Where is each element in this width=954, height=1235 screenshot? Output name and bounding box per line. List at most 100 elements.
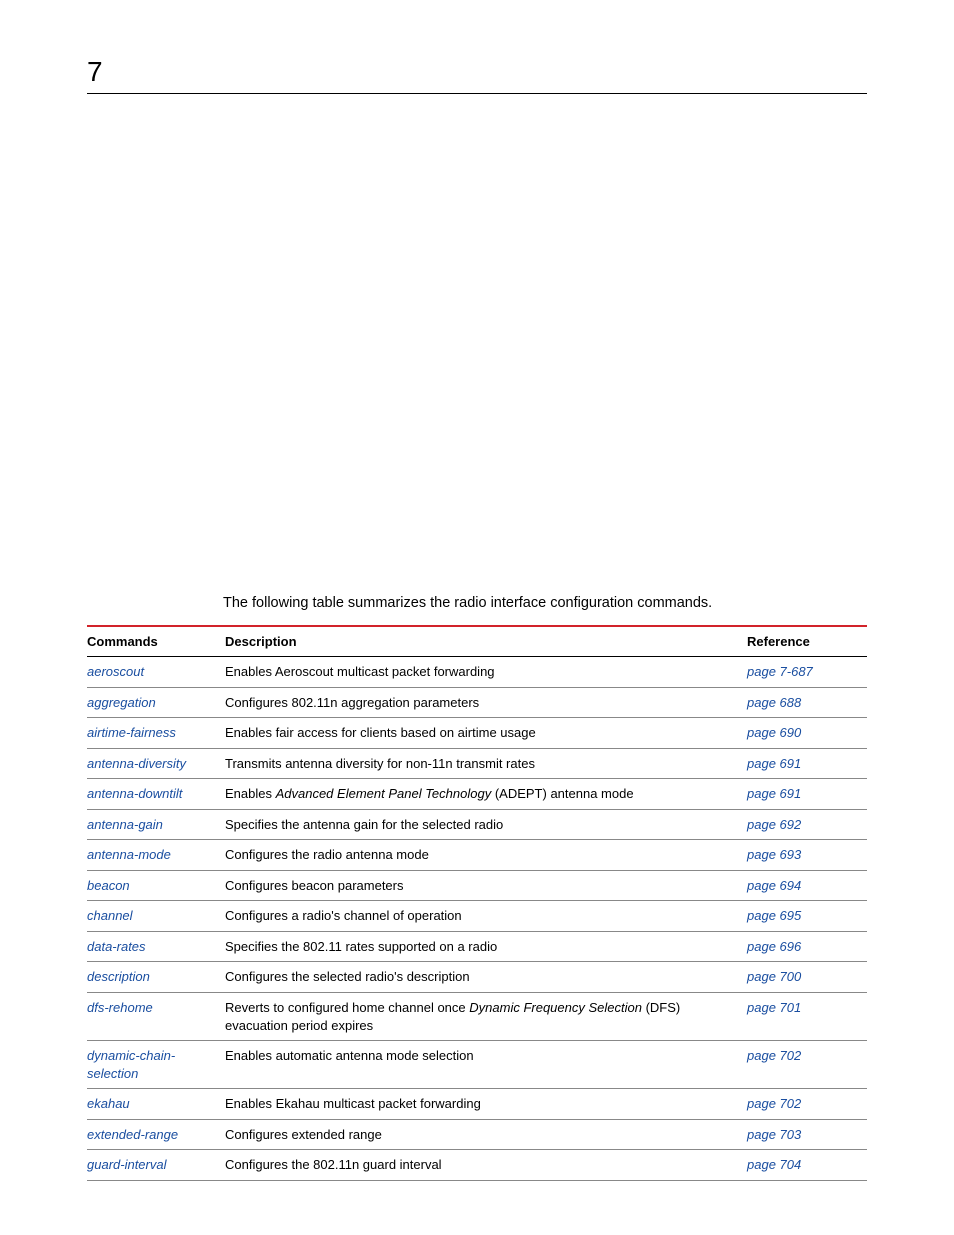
reference-cell: page 688 [747, 687, 867, 718]
command-link[interactable]: dynamic-chain-selection [87, 1048, 175, 1081]
description-cell: Configures the selected radio's descript… [225, 962, 747, 993]
header-reference: Reference [747, 626, 867, 657]
reference-link[interactable]: page 702 [747, 1048, 801, 1063]
command-link[interactable]: extended-range [87, 1127, 178, 1142]
header-commands: Commands [87, 626, 225, 657]
reference-cell: page 7-687 [747, 657, 867, 688]
reference-link[interactable]: page 692 [747, 817, 801, 832]
table-row: extended-range Configures extended rangep… [87, 1119, 867, 1150]
command-link[interactable]: antenna-gain [87, 817, 163, 832]
command-cell: antenna-mode [87, 840, 225, 871]
table-row: data-rates Specifies the 802.11 rates sup… [87, 931, 867, 962]
description-cell: Specifies the antenna gain for the selec… [225, 809, 747, 840]
reference-link[interactable]: page 690 [747, 725, 801, 740]
reference-cell: page 702 [747, 1089, 867, 1120]
command-link[interactable]: antenna-diversity [87, 756, 186, 771]
command-link[interactable]: description [87, 969, 150, 984]
reference-cell: page 691 [747, 748, 867, 779]
command-link[interactable]: data-rates [87, 939, 146, 954]
description-cell: Configures extended range [225, 1119, 747, 1150]
command-link[interactable]: airtime-fairness [87, 725, 176, 740]
reference-link[interactable]: page 691 [747, 786, 801, 801]
header-rule [87, 93, 867, 94]
reference-cell: page 703 [747, 1119, 867, 1150]
intro-paragraph: The following table summarizes the radio… [223, 595, 712, 611]
reference-link[interactable]: page 700 [747, 969, 801, 984]
command-cell: channel [87, 901, 225, 932]
reference-cell: page 692 [747, 809, 867, 840]
table-row: description Configures the selected radio… [87, 962, 867, 993]
description-cell: Configures the radio antenna mode [225, 840, 747, 871]
command-link[interactable]: ekahau [87, 1096, 130, 1111]
table-header-row: Commands Description Reference [87, 626, 867, 657]
reference-link[interactable]: page 704 [747, 1157, 801, 1172]
command-cell: aeroscout [87, 657, 225, 688]
command-cell: dfs-rehome [87, 993, 225, 1041]
reference-cell: page 701 [747, 993, 867, 1041]
table-row: antenna-gain Specifies the antenna gain f… [87, 809, 867, 840]
table-row: aggregation Configures 802.11n aggregatio… [87, 687, 867, 718]
reference-cell: page 690 [747, 718, 867, 749]
command-cell: beacon [87, 870, 225, 901]
description-cell: Enables Aeroscout multicast packet forwa… [225, 657, 747, 688]
command-cell: antenna-diversity [87, 748, 225, 779]
command-link[interactable]: dfs-rehome [87, 1000, 153, 1015]
command-link[interactable]: guard-interval [87, 1157, 167, 1172]
page-number: 7 [87, 56, 103, 88]
command-cell: antenna-downtilt [87, 779, 225, 810]
reference-link[interactable]: page 688 [747, 695, 801, 710]
reference-cell: page 696 [747, 931, 867, 962]
reference-link[interactable]: page 691 [747, 756, 801, 771]
reference-cell: page 691 [747, 779, 867, 810]
command-cell: extended-range [87, 1119, 225, 1150]
command-cell: aggregation [87, 687, 225, 718]
command-cell: ekahau [87, 1089, 225, 1120]
command-cell: dynamic-chain-selection [87, 1041, 225, 1089]
command-cell: airtime-fairness [87, 718, 225, 749]
reference-link[interactable]: page 7-687 [747, 664, 813, 679]
description-cell: Configures 802.11n aggregation parameter… [225, 687, 747, 718]
command-link[interactable]: aggregation [87, 695, 156, 710]
description-cell: Configures the 802.11n guard interval [225, 1150, 747, 1181]
description-cell: Configures a radio's channel of operatio… [225, 901, 747, 932]
description-cell: Configures beacon parameters [225, 870, 747, 901]
header-description: Description [225, 626, 747, 657]
table-row: antenna-diversity Transmits antenna diver… [87, 748, 867, 779]
description-cell: Enables automatic antenna mode selection [225, 1041, 747, 1089]
reference-cell: page 694 [747, 870, 867, 901]
table-row: dynamic-chain-selection Enables automatic… [87, 1041, 867, 1089]
description-cell: Transmits antenna diversity for non-11n … [225, 748, 747, 779]
description-cell: Enables fair access for clients based on… [225, 718, 747, 749]
table-row: ekahau Enables Ekahau multicast packet fo… [87, 1089, 867, 1120]
reference-cell: page 704 [747, 1150, 867, 1181]
reference-link[interactable]: page 702 [747, 1096, 801, 1111]
table-row: guard-interval Configures the 802.11n gua… [87, 1150, 867, 1181]
description-cell: Reverts to configured home channel once … [225, 993, 747, 1041]
command-link[interactable]: aeroscout [87, 664, 144, 679]
command-link[interactable]: antenna-mode [87, 847, 171, 862]
table-row: antenna-downtilt Enables Advanced Element… [87, 779, 867, 810]
reference-link[interactable]: page 695 [747, 908, 801, 923]
reference-cell: page 695 [747, 901, 867, 932]
description-italic: Advanced Element Panel Technology [276, 786, 492, 801]
table-row: dfs-rehome Reverts to configured home cha… [87, 993, 867, 1041]
description-cell: Specifies the 802.11 rates supported on … [225, 931, 747, 962]
table-row: beacon Configures beacon parameterspage 6… [87, 870, 867, 901]
reference-link[interactable]: page 693 [747, 847, 801, 862]
command-link[interactable]: beacon [87, 878, 130, 893]
reference-link[interactable]: page 696 [747, 939, 801, 954]
command-link[interactable]: antenna-downtilt [87, 786, 182, 801]
command-cell: description [87, 962, 225, 993]
reference-cell: page 693 [747, 840, 867, 871]
reference-link[interactable]: page 694 [747, 878, 801, 893]
description-italic: Dynamic Frequency Selection [469, 1000, 642, 1015]
table-row: antenna-mode Configures the radio antenna… [87, 840, 867, 871]
command-cell: data-rates [87, 931, 225, 962]
table-row: channel Configures a radio's channel of o… [87, 901, 867, 932]
command-link[interactable]: channel [87, 908, 133, 923]
description-cell: Enables Ekahau multicast packet forwardi… [225, 1089, 747, 1120]
description-cell: Enables Advanced Element Panel Technolog… [225, 779, 747, 810]
reference-link[interactable]: page 703 [747, 1127, 801, 1142]
reference-link[interactable]: page 701 [747, 1000, 801, 1015]
command-cell: guard-interval [87, 1150, 225, 1181]
